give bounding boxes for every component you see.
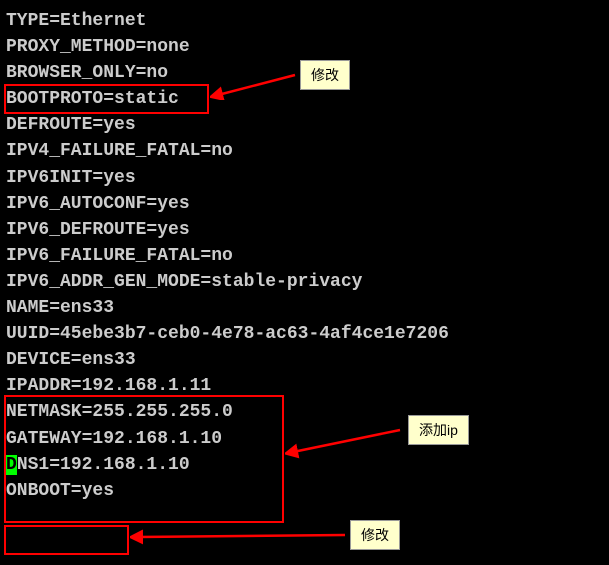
highlight-box-onboot bbox=[4, 525, 129, 555]
annotation-addip: 添加ip bbox=[408, 415, 469, 445]
config-line-ipaddr: IPADDR=192.168.1.11 bbox=[6, 373, 603, 399]
config-line-gateway: GATEWAY=192.168.1.10 bbox=[6, 426, 603, 452]
config-line: DEVICE=ens33 bbox=[6, 347, 603, 373]
config-line: DEFROUTE=yes bbox=[6, 112, 603, 138]
config-line-netmask: NETMASK=255.255.255.0 bbox=[6, 399, 603, 425]
config-line: TYPE=Ethernet bbox=[6, 8, 603, 34]
config-line: IPV6INIT=yes bbox=[6, 165, 603, 191]
cursor: D bbox=[6, 455, 17, 475]
config-line: NAME=ens33 bbox=[6, 295, 603, 321]
config-line: IPV6_ADDR_GEN_MODE=stable-privacy bbox=[6, 269, 603, 295]
config-line: IPV6_AUTOCONF=yes bbox=[6, 191, 603, 217]
config-line: UUID=45ebe3b7-ceb0-4e78-ac63-4af4ce1e720… bbox=[6, 321, 603, 347]
dns1-rest: NS1=192.168.1.10 bbox=[17, 455, 190, 475]
config-line: IPV6_DEFROUTE=yes bbox=[6, 217, 603, 243]
annotation-modify: 修改 bbox=[300, 60, 350, 90]
config-line: PROXY_METHOD=none bbox=[6, 34, 603, 60]
arrow-icon bbox=[130, 525, 350, 545]
config-line: IPV4_FAILURE_FATAL=no bbox=[6, 138, 603, 164]
config-line: IPV6_FAILURE_FATAL=no bbox=[6, 243, 603, 269]
config-line-dns1: DNS1=192.168.1.10 bbox=[6, 452, 603, 478]
annotation-modify: 修改 bbox=[350, 520, 400, 550]
config-line-onboot: ONBOOT=yes bbox=[6, 478, 603, 504]
